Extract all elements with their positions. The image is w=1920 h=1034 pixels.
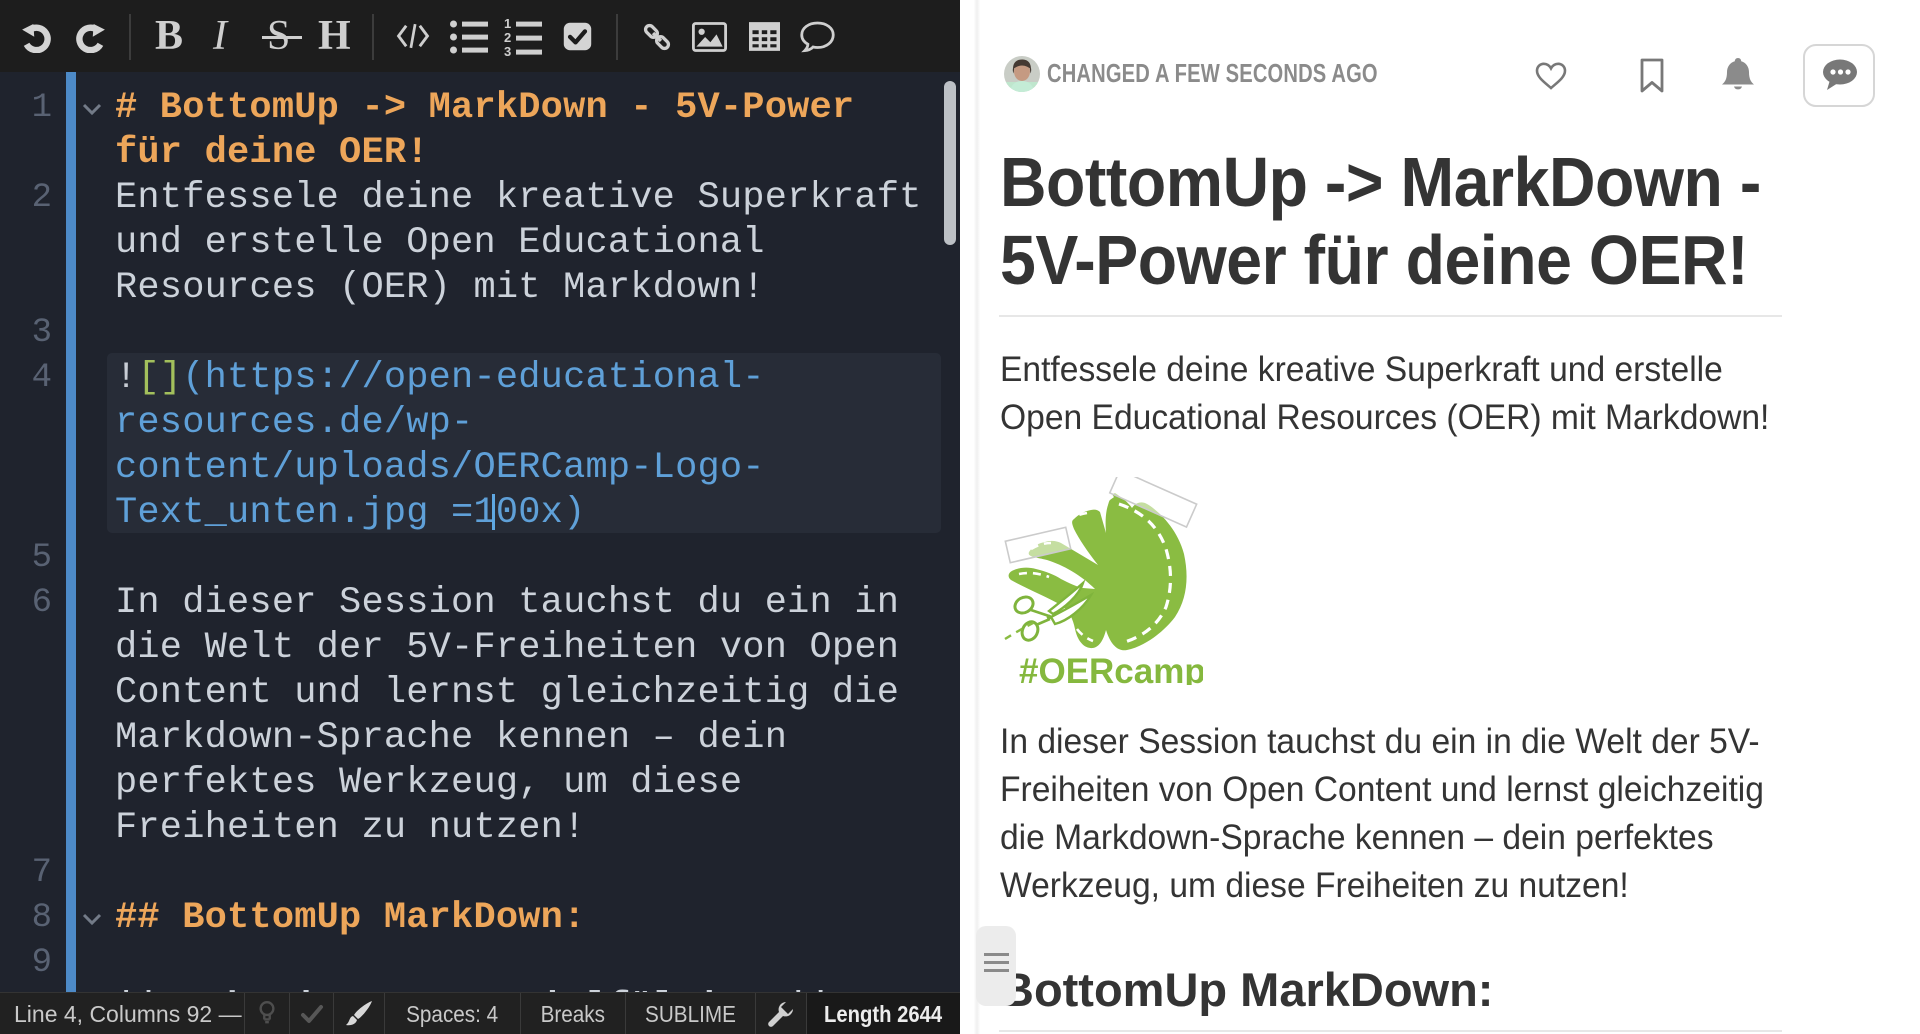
svg-text:1: 1 [504, 16, 511, 31]
svg-text:#OERcamp: #OERcamp [1019, 652, 1203, 685]
svg-text:2: 2 [504, 30, 511, 45]
svg-text:3: 3 [504, 44, 511, 58]
